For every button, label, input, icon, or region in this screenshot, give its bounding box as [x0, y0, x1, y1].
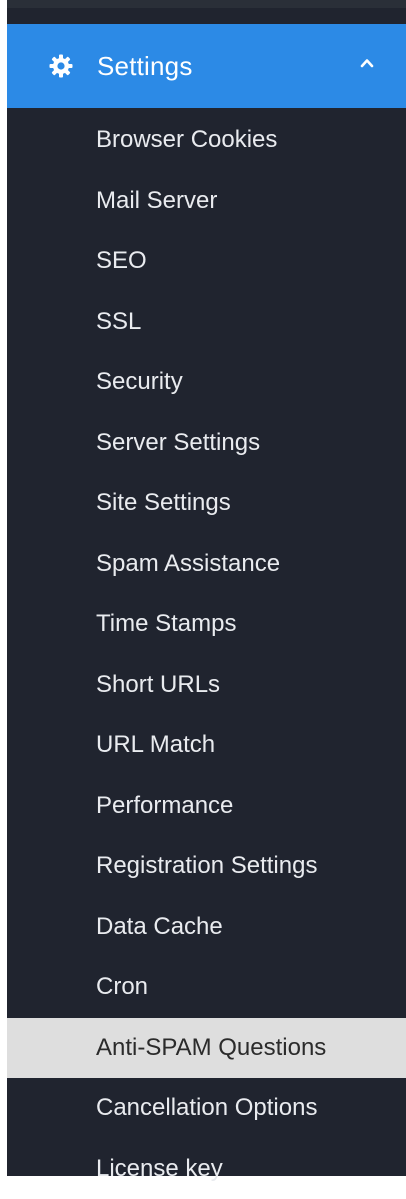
sidebar-item-url-match[interactable]: URL Match	[7, 715, 406, 776]
sidebar-item-label: URL Match	[96, 731, 215, 759]
settings-submenu: Browser Cookies Mail Server SEO SSL Secu…	[7, 110, 406, 1199]
sidebar-item-time-stamps[interactable]: Time Stamps	[7, 594, 406, 655]
sidebar-item-site-settings[interactable]: Site Settings	[7, 473, 406, 534]
gear-icon	[49, 54, 73, 78]
sidebar-item-registration-settings[interactable]: Registration Settings	[7, 836, 406, 897]
sidebar-item-label: Spam Assistance	[96, 550, 280, 578]
sidebar-item-label: License key	[96, 1155, 223, 1183]
settings-menu-header[interactable]: Settings	[7, 24, 406, 108]
sidebar-item-spam-assistance[interactable]: Spam Assistance	[7, 534, 406, 595]
sidebar-item-label: Site Settings	[96, 489, 231, 517]
sidebar-item-data-cache[interactable]: Data Cache	[7, 897, 406, 958]
sidebar-item-label: Server Settings	[96, 429, 260, 457]
sidebar-item-cancellation-options[interactable]: Cancellation Options	[7, 1078, 406, 1139]
settings-menu-title: Settings	[97, 51, 193, 81]
sidebar-item-label: Mail Server	[96, 187, 217, 215]
chevron-up-icon[interactable]	[358, 54, 376, 72]
sidebar-item-label: Anti-SPAM Questions	[96, 1034, 326, 1062]
sidebar-item-label: Data Cache	[96, 913, 223, 941]
sidebar-item-mail-server[interactable]: Mail Server	[7, 171, 406, 232]
sidebar-item-server-settings[interactable]: Server Settings	[7, 413, 406, 474]
sidebar-item-label: Cron	[96, 973, 148, 1001]
sidebar-item-license-key[interactable]: License key	[7, 1139, 406, 1199]
sidebar-item-label: Performance	[96, 792, 233, 820]
sidebar-item-label: SEO	[96, 247, 147, 275]
sidebar-item-short-urls[interactable]: Short URLs	[7, 655, 406, 716]
top-strip	[7, 0, 406, 8]
sidebar-item-anti-spam-questions[interactable]: Anti-SPAM Questions	[7, 1018, 406, 1079]
sidebar-item-browser-cookies[interactable]: Browser Cookies	[7, 110, 406, 171]
sidebar-item-label: SSL	[96, 308, 141, 336]
sidebar-item-label: Security	[96, 368, 183, 396]
sidebar-item-label: Short URLs	[96, 671, 220, 699]
sidebar-item-label: Registration Settings	[96, 852, 317, 880]
sidebar-item-security[interactable]: Security	[7, 352, 406, 413]
sidebar-item-cron[interactable]: Cron	[7, 957, 406, 1018]
page: Settings Browser Cookies Mail Server SEO…	[0, 0, 406, 1176]
sidebar-item-label: Time Stamps	[96, 610, 236, 638]
settings-sidebar: Settings Browser Cookies Mail Server SEO…	[7, 8, 406, 1176]
sidebar-item-label: Cancellation Options	[96, 1094, 317, 1122]
sidebar-item-performance[interactable]: Performance	[7, 776, 406, 837]
sidebar-item-ssl[interactable]: SSL	[7, 292, 406, 353]
sidebar-item-seo[interactable]: SEO	[7, 231, 406, 292]
sidebar-item-label: Browser Cookies	[96, 126, 277, 154]
